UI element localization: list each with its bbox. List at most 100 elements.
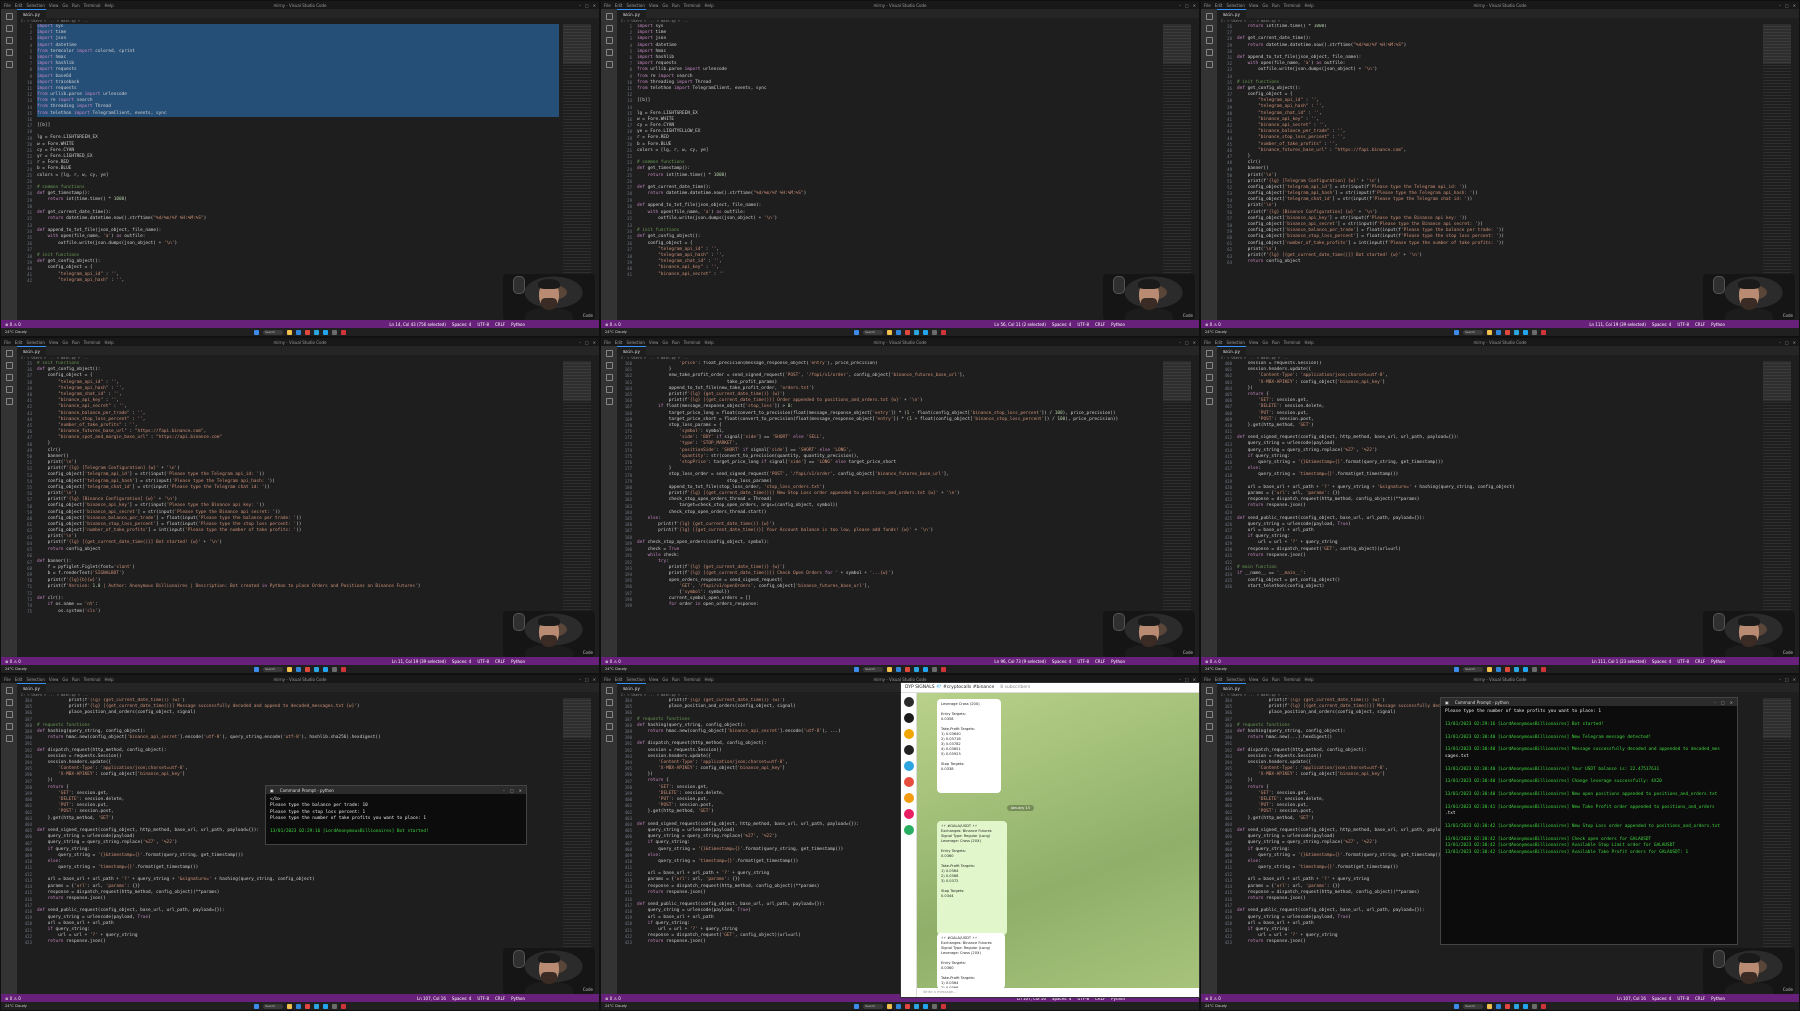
maximize-icon[interactable]: □ [1785,3,1789,8]
minimap-slider[interactable] [1763,361,1791,401]
cursor-position[interactable]: Ln 56, Col 11 (2 selected) [994,322,1045,327]
file-explorer-icon[interactable] [887,666,892,672]
terminal-icon[interactable] [332,1003,337,1009]
explorer-icon[interactable] [1205,13,1213,20]
close-icon[interactable]: ✕ [1193,340,1196,345]
file-explorer-icon[interactable] [287,329,292,335]
terminal-title-bar[interactable]: ▣ Command Prompt - python – □ ✕ [1441,698,1737,706]
terminal-icon[interactable] [932,1003,937,1009]
file-explorer-icon[interactable] [1487,666,1492,672]
run-debug-icon[interactable] [605,723,613,730]
chat-avatar[interactable] [903,825,914,835]
run-debug-icon[interactable] [605,386,613,393]
app-icon[interactable] [1541,666,1546,672]
vscode-icon[interactable] [923,329,928,335]
chat-avatar[interactable] [903,745,914,755]
problems-indicator[interactable]: ⊗ 0 ⚠ 0 [605,659,621,664]
menu-file[interactable]: File [4,3,11,8]
menu-view[interactable]: View [49,3,59,8]
menu-terminal[interactable]: Terminal [684,677,701,682]
vscode-icon[interactable] [923,1003,928,1009]
source-control-icon[interactable] [1205,711,1213,718]
code-line[interactable]: return config_object [1237,259,1759,265]
tab-main-py[interactable]: main.py [17,9,46,18]
indentation[interactable]: Spaces: 4 [452,322,471,327]
menu-go[interactable]: Go [1262,3,1268,8]
close-icon[interactable]: ✕ [593,677,596,682]
menu-help[interactable]: Help [705,340,714,345]
menu-selection[interactable]: Selection [26,677,44,682]
menu-bar[interactable]: File Edit Selection View Go Run Terminal Help [4,340,118,345]
line-endings[interactable]: CRLF [1695,659,1705,664]
menu-go[interactable]: Go [62,677,68,682]
code-editor[interactable]: session = requests.Session() session.hea… [1237,361,1759,657]
menu-view[interactable]: View [649,340,659,345]
language-mode[interactable]: Python [511,322,525,327]
menu-bar[interactable]: File Edit Selection View Go Run Terminal Help [1204,340,1318,345]
edge-icon[interactable] [1496,666,1501,672]
cursor-position[interactable]: Ln 111, Col 1 (23 selected) [1592,659,1646,664]
minimize-icon[interactable]: – [1714,700,1716,705]
start-icon[interactable] [854,329,859,335]
minimap-slider[interactable] [563,698,591,738]
source-control-icon[interactable] [5,374,13,381]
minimize-icon[interactable]: – [1179,677,1181,682]
search-icon[interactable] [605,25,613,32]
edge-icon[interactable] [1496,329,1501,335]
app-icon[interactable] [941,666,946,672]
search-icon[interactable] [605,362,613,369]
minimize-icon[interactable]: – [503,788,505,793]
minimap-slider[interactable] [1163,24,1191,64]
close-icon[interactable]: ✕ [1193,3,1196,8]
menu-run[interactable]: Run [1272,340,1280,345]
terminal-title-bar[interactable]: ▣ Command Prompt - python – □ ✕ [266,786,526,794]
code-editor[interactable]: 'price': float_precision(message_respons… [637,361,1159,657]
menu-edit[interactable]: Edit [15,3,23,8]
run-debug-icon[interactable] [1205,386,1213,393]
source-control-icon[interactable] [1205,37,1213,44]
problems-indicator[interactable]: ⊗ 0 ⚠ 0 [5,996,21,1001]
weather-widget[interactable]: 24°C Cloudy [1205,1004,1227,1008]
cursor-position[interactable]: Ln 96, Col 73 (9 selected) [994,659,1045,664]
start-icon[interactable] [1454,329,1459,335]
menu-view[interactable]: View [649,677,659,682]
weather-widget[interactable]: 24°C Cloudy [605,330,627,334]
minimize-icon[interactable]: – [1779,677,1781,682]
telegram-icon[interactable] [914,329,919,335]
search-icon[interactable] [1205,699,1213,706]
line-endings[interactable]: CRLF [1095,659,1105,664]
terminal-icon[interactable] [1532,329,1537,335]
code-line[interactable]: "telegram_api_hash" : '', [37,278,559,284]
close-icon[interactable]: ✕ [1793,3,1796,8]
explorer-icon[interactable] [605,687,613,694]
encoding[interactable]: UTF-8 [477,659,489,664]
weather-widget[interactable]: 24°C Cloudy [1205,667,1227,671]
chrome-icon[interactable] [305,1003,310,1009]
taskbar-search[interactable]: Search [1463,329,1483,335]
menu-run[interactable]: Run [672,677,680,682]
window-controls[interactable]: – □ ✕ [579,3,596,8]
menu-selection[interactable]: Selection [626,3,644,8]
vscode-icon[interactable] [1523,666,1528,672]
telegram-icon[interactable] [314,1003,319,1009]
tab-main-py[interactable]: main.py [17,346,46,355]
file-explorer-icon[interactable] [887,1003,892,1009]
explorer-icon[interactable] [605,350,613,357]
explorer-icon[interactable] [5,350,13,357]
vscode-icon[interactable] [1523,329,1528,335]
menu-selection[interactable]: Selection [626,340,644,345]
terminal-icon[interactable] [332,329,337,335]
menu-view[interactable]: View [1249,3,1259,8]
app-icon[interactable] [941,329,946,335]
chat-avatar[interactable] [903,697,914,707]
search-icon[interactable] [5,25,13,32]
taskbar-search[interactable]: Search [1463,1003,1483,1009]
encoding[interactable]: UTF-8 [1077,659,1089,664]
edge-icon[interactable] [896,1003,901,1009]
menu-terminal[interactable]: Terminal [1284,677,1301,682]
run-debug-icon[interactable] [5,386,13,393]
edge-icon[interactable] [296,329,301,335]
close-icon[interactable]: ✕ [593,340,596,345]
language-mode[interactable]: Python [1111,322,1125,327]
chat-avatar[interactable] [903,761,914,771]
